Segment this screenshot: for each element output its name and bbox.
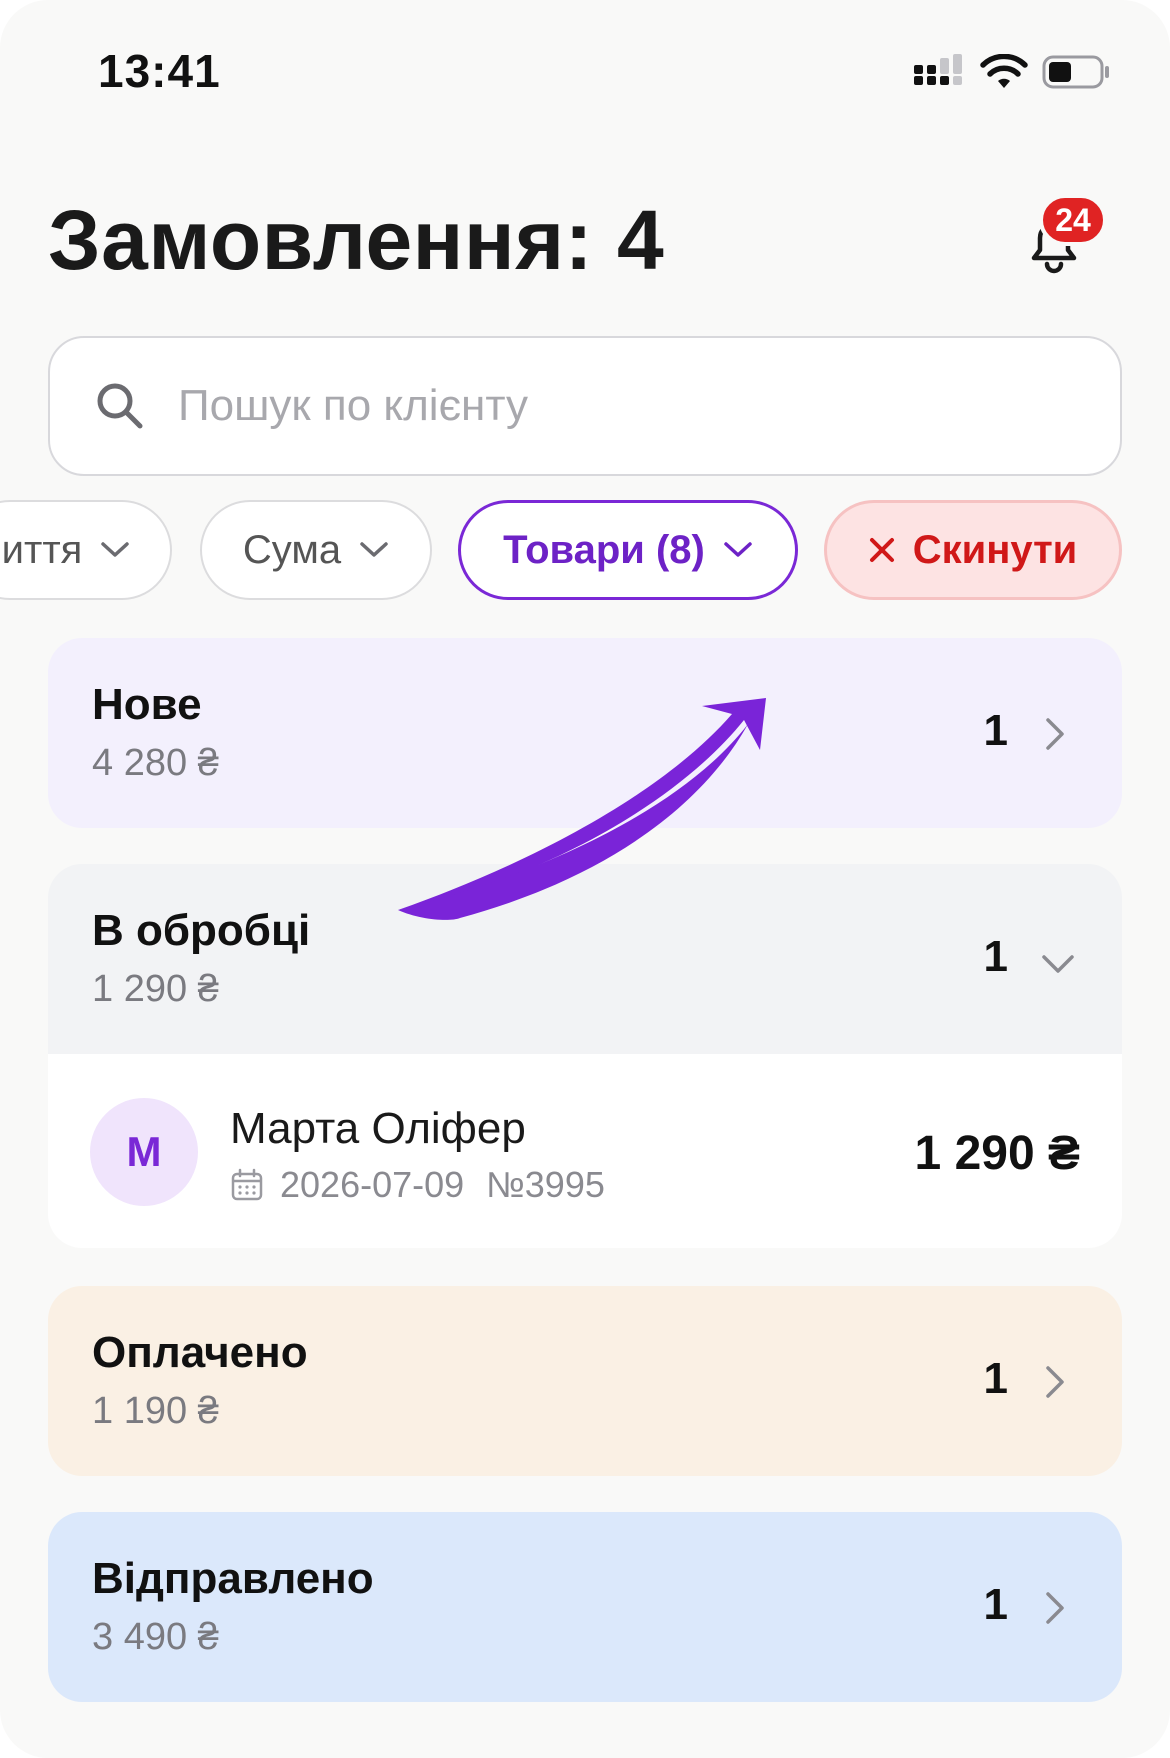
group-title: Нове [92, 680, 202, 729]
order-meta: 2026-07-09 №3995 [230, 1164, 605, 1206]
filter-chip-sum[interactable]: Сума [200, 500, 432, 600]
calendar-icon [231, 1168, 263, 1201]
filter-chip-label: Товари (8) [503, 527, 705, 572]
group-count: 1 [983, 1580, 1008, 1629]
status-group-paid[interactable]: Оплачено 1 190 ₴ 1 [48, 1286, 1122, 1476]
notifications-badge: 24 [1039, 194, 1107, 246]
group-sum: 1 190 ₴ [92, 1390, 219, 1432]
search-box[interactable] [48, 336, 1122, 476]
chevron-right-icon [1046, 1366, 1064, 1398]
customer-name: Марта Оліфер [230, 1104, 526, 1153]
order-date: 2026-07-09 [280, 1164, 465, 1205]
filter-chip-products[interactable]: Товари (8) [458, 500, 798, 600]
order-number: №3995 [486, 1164, 605, 1205]
order-amount: 1 290 ₴ [914, 1127, 1080, 1180]
avatar: М [90, 1098, 198, 1206]
filter-chip-label: иття [1, 527, 83, 572]
status-group-processing[interactable]: В обробці 1 290 ₴ 1 [48, 864, 1122, 1054]
cellular-signal-icon [914, 54, 962, 85]
status-group-new[interactable]: Нове 4 280 ₴ 1 [48, 638, 1122, 828]
group-sum: 4 280 ₴ [92, 742, 219, 784]
reset-filters-button[interactable]: Скинути [824, 500, 1122, 600]
filter-chips: иття Сума Товари (8) Скинути [0, 500, 1170, 600]
chevron-down-icon [360, 542, 388, 557]
wifi-icon [980, 54, 1028, 88]
order-card[interactable]: М Марта Оліфер 2026-07-09 №3995 1 290 ₴ [48, 1054, 1122, 1248]
close-icon [869, 538, 894, 562]
group-sum: 1 290 ₴ [92, 968, 219, 1010]
status-time: 13:41 [98, 45, 221, 97]
group-count: 1 [983, 706, 1008, 755]
chevron-down-icon [101, 542, 130, 557]
status-group-shipped[interactable]: Відправлено 3 490 ₴ 1 [48, 1512, 1122, 1702]
group-title: Відправлено [92, 1554, 374, 1603]
chevron-right-icon [1046, 1592, 1064, 1624]
filter-chip-date[interactable]: иття [0, 500, 172, 600]
group-title: Оплачено [92, 1328, 308, 1377]
chevron-down-icon [1042, 955, 1074, 973]
chevron-down-icon [724, 542, 752, 557]
group-count: 1 [983, 1354, 1008, 1403]
battery-icon [1042, 55, 1109, 89]
reset-filters-label: Скинути [912, 527, 1078, 572]
group-sum: 3 490 ₴ [92, 1616, 219, 1658]
group-count: 1 [983, 932, 1008, 981]
search-input[interactable] [178, 381, 1038, 431]
group-title: В обробці [92, 906, 311, 955]
search-icon [97, 383, 143, 429]
filter-chip-label: Сума [242, 527, 342, 572]
page-title: Замовлення: 4 [48, 193, 665, 287]
chevron-right-icon [1046, 718, 1064, 750]
status-icons [914, 54, 1112, 90]
orders-screen: 13:41 Замовлення: 4 24 Пошук по клієнту … [0, 0, 1170, 1758]
